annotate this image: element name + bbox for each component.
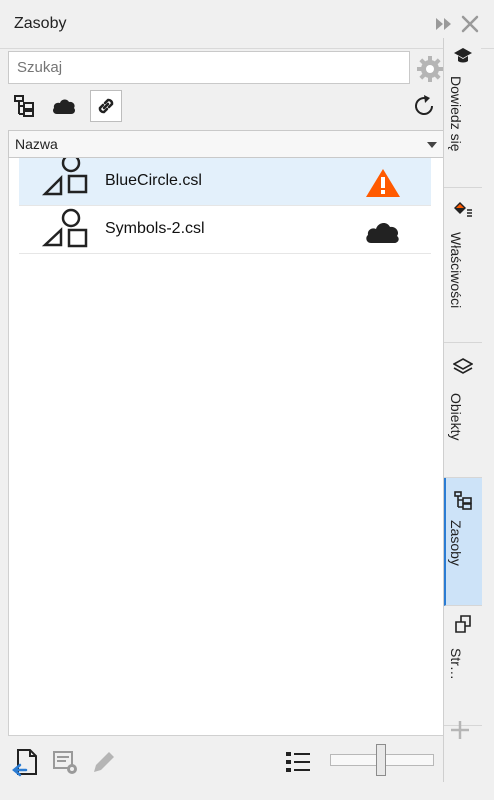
list-item[interactable]: BlueCircle.csl — [19, 158, 431, 206]
local-tree-button[interactable] — [8, 90, 40, 122]
gear-icon[interactable] — [416, 55, 444, 83]
docker-tabs: Dowiedz się Właściwości Obiekty Zasoby S… — [443, 38, 482, 782]
list-item[interactable]: Symbols-2.csl — [19, 206, 431, 254]
thumbnail-size-slider[interactable] — [330, 744, 434, 776]
tab-label: Dowiedz się — [448, 76, 464, 152]
cloud-icon — [366, 223, 399, 243]
assets-icon — [454, 491, 472, 510]
title-bar: Zasoby — [0, 0, 494, 49]
linked-button[interactable] — [90, 90, 122, 122]
list-view-icon[interactable] — [282, 746, 314, 778]
asset-name: BlueCircle.csl — [105, 172, 202, 189]
search-box[interactable] — [8, 51, 425, 84]
tab-assets[interactable]: Zasoby — [444, 478, 482, 606]
document-settings-icon[interactable] — [50, 746, 82, 778]
toolbar — [8, 90, 444, 126]
panel-title: Zasoby — [14, 15, 67, 32]
asset-list: BlueCircle.csl Symbols-2.csl — [8, 158, 444, 736]
pencil-icon[interactable] — [88, 746, 120, 778]
tab-learn[interactable]: Dowiedz się — [444, 38, 482, 188]
tab-pages[interactable]: Str… — [444, 606, 482, 726]
shapes-thumbnail-icon — [41, 158, 88, 196]
asset-name: Symbols-2.csl — [105, 220, 205, 237]
properties-icon — [454, 202, 472, 217]
objects-icon — [453, 358, 473, 374]
import-icon[interactable] — [10, 746, 42, 778]
learn-icon — [454, 48, 472, 63]
pages-icon — [455, 615, 471, 633]
chevron-down-icon — [427, 142, 437, 148]
search-input[interactable] — [9, 52, 425, 83]
close-icon[interactable] — [458, 12, 482, 36]
tab-properties[interactable]: Właściwości — [444, 188, 482, 343]
tab-label: Obiekty — [448, 393, 464, 441]
cloud-icon — [53, 99, 75, 114]
shapes-thumbnail-icon — [41, 208, 88, 248]
tree-icon — [14, 95, 34, 117]
tab-label: Zasoby — [448, 520, 464, 566]
add-tab-icon[interactable] — [449, 719, 471, 741]
link-icon — [98, 98, 114, 114]
tab-label: Str… — [448, 648, 464, 680]
slider-handle[interactable] — [376, 744, 386, 776]
tab-label: Właściwości — [448, 232, 464, 309]
assets-panel: Zasoby Szukaj Nazwa BlueCircle.csl Symbo… — [0, 0, 494, 800]
cloud-button[interactable] — [48, 90, 80, 122]
warning-icon — [366, 169, 400, 197]
sort-dropdown[interactable]: Nazwa — [8, 130, 444, 158]
refresh-icon[interactable] — [410, 92, 438, 120]
tab-objects[interactable]: Obiekty — [444, 343, 482, 478]
sort-label: Nazwa — [15, 136, 58, 152]
collapse-arrows-icon[interactable] — [434, 14, 454, 34]
